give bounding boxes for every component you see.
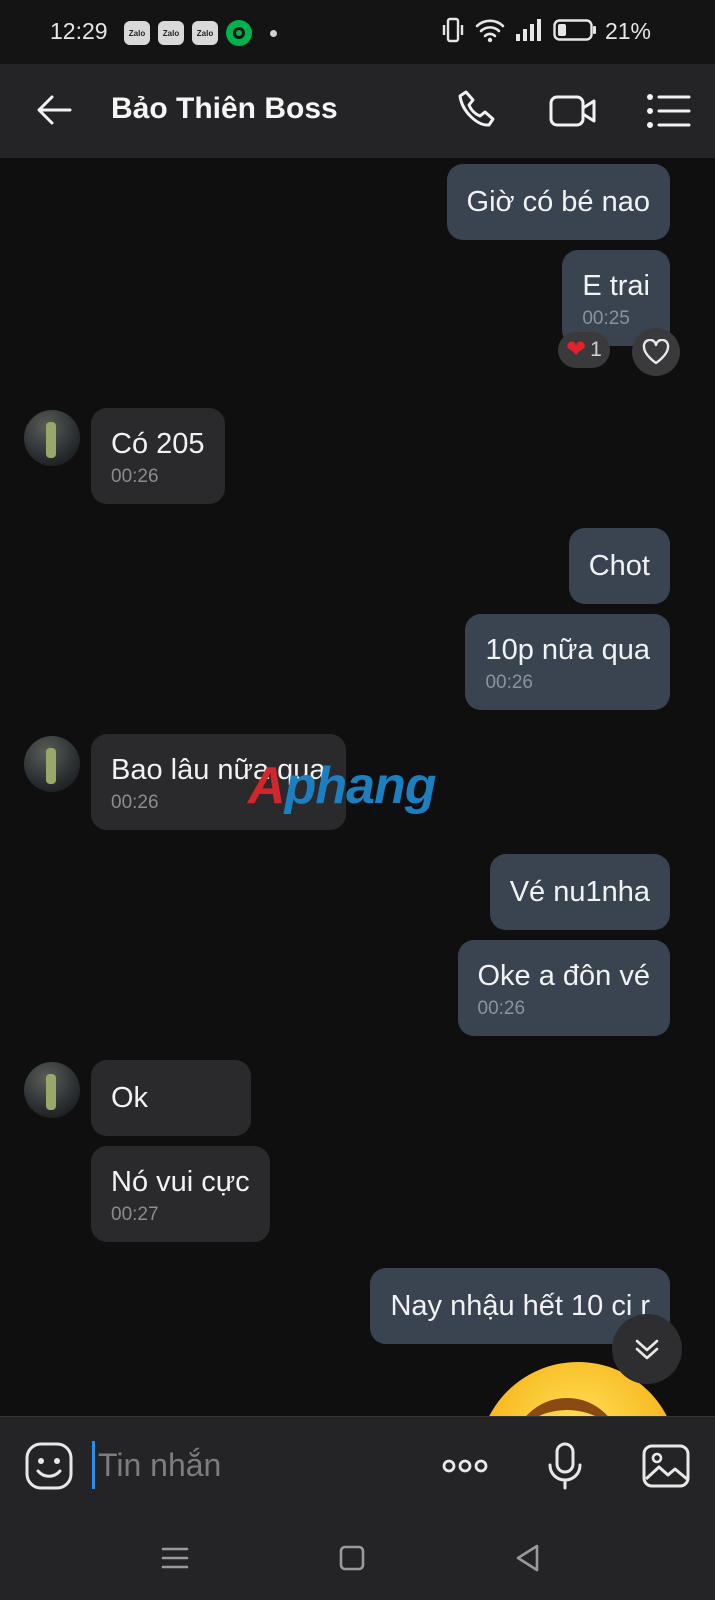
sticker-emoji-icon[interactable]: [24, 1441, 74, 1491]
message-bubble-outgoing[interactable]: Giờ có bé nao: [446, 164, 670, 240]
message-bubble-outgoing[interactable]: Vé nu1nha: [489, 854, 670, 930]
text-caret: [92, 1441, 95, 1489]
reaction-count: 1: [590, 338, 602, 361]
react-heart-button[interactable]: [632, 328, 680, 376]
message-composer: Tin nhắn: [0, 1416, 715, 1516]
microphone-icon[interactable]: [540, 1441, 590, 1491]
avatar[interactable]: [24, 736, 80, 792]
zalo-icon: Zalo: [192, 21, 218, 45]
message-bubble-incoming[interactable]: Có 205 00:26: [91, 408, 225, 504]
heart-reaction-icon: ❤: [566, 336, 587, 363]
message-text: 10p nữa qua: [485, 634, 650, 666]
message-time: 00:26: [111, 466, 159, 487]
wifi-icon: [475, 19, 505, 43]
video-camera-icon[interactable]: [548, 86, 598, 136]
message-text: Nó vui cực: [111, 1166, 250, 1198]
signal-icon: [516, 19, 541, 41]
message-text: Nay nhậu hết 10 ci r: [390, 1290, 650, 1322]
home-icon[interactable]: [332, 1538, 372, 1578]
status-bar: 12:29 Zalo Zalo Zalo 21%: [0, 0, 715, 64]
message-time: 00:25: [582, 308, 630, 329]
message-bubble-outgoing[interactable]: Oke a đôn vé 00:26: [457, 940, 670, 1036]
more-notifications-dot: [270, 29, 277, 37]
watermark-logo: Aphang: [248, 757, 437, 815]
vibrate-icon: [442, 17, 464, 43]
message-text: E trai: [582, 270, 650, 302]
message-text: Oke a đôn vé: [477, 960, 651, 992]
avatar[interactable]: [24, 410, 80, 466]
system-nav-bar: [0, 1516, 715, 1600]
scroll-to-bottom-button[interactable]: [612, 1314, 682, 1384]
message-bubble-outgoing[interactable]: 10p nữa qua 00:26: [465, 614, 670, 710]
back-nav-icon[interactable]: [508, 1538, 548, 1578]
message-time: 00:26: [477, 998, 526, 1019]
message-text: Giờ có bé nao: [466, 186, 650, 218]
message-time: 00:26: [485, 672, 533, 693]
zalo-icon: Zalo: [124, 21, 150, 45]
contact-name[interactable]: Bảo Thiên Boss: [111, 92, 338, 126]
system-icons: [441, 16, 597, 44]
message-text: Có 205: [111, 428, 205, 460]
message-time: 00:27: [111, 1204, 159, 1225]
message-text: Chot: [588, 550, 650, 582]
notification-icons: Zalo Zalo Zalo: [124, 20, 277, 46]
chat-header: Bảo Thiên Boss: [0, 64, 715, 158]
zalo-icon: Zalo: [158, 21, 184, 45]
status-time: 12:29: [50, 18, 108, 44]
double-chevron-down-icon: [635, 1339, 659, 1360]
message-text: Ok: [111, 1082, 149, 1114]
image-gallery-icon[interactable]: [641, 1441, 691, 1491]
more-options-icon[interactable]: [440, 1441, 490, 1491]
menu-list-icon[interactable]: [644, 86, 694, 136]
back-arrow-icon[interactable]: [34, 90, 74, 130]
message-list[interactable]: Giờ có bé nao E trai 00:25 ❤ 1 Có 205 00…: [0, 158, 715, 1416]
message-input[interactable]: Tin nhắn: [98, 1447, 221, 1484]
phone-icon[interactable]: [452, 86, 502, 136]
grab-icon: [226, 20, 252, 46]
recent-apps-icon[interactable]: [155, 1538, 195, 1578]
message-text: Vé nu1nha: [509, 876, 650, 908]
message-bubble-incoming[interactable]: Nó vui cực 00:27: [91, 1146, 270, 1242]
message-bubble-outgoing[interactable]: Chot: [568, 528, 670, 604]
battery-percent: 21%: [604, 18, 651, 44]
message-bubble-incoming[interactable]: Ok: [91, 1060, 251, 1136]
heart-outline-icon: [642, 339, 670, 365]
reaction-badge[interactable]: ❤ 1: [558, 332, 610, 368]
battery-icon: [553, 19, 596, 41]
avatar[interactable]: [24, 1062, 80, 1118]
